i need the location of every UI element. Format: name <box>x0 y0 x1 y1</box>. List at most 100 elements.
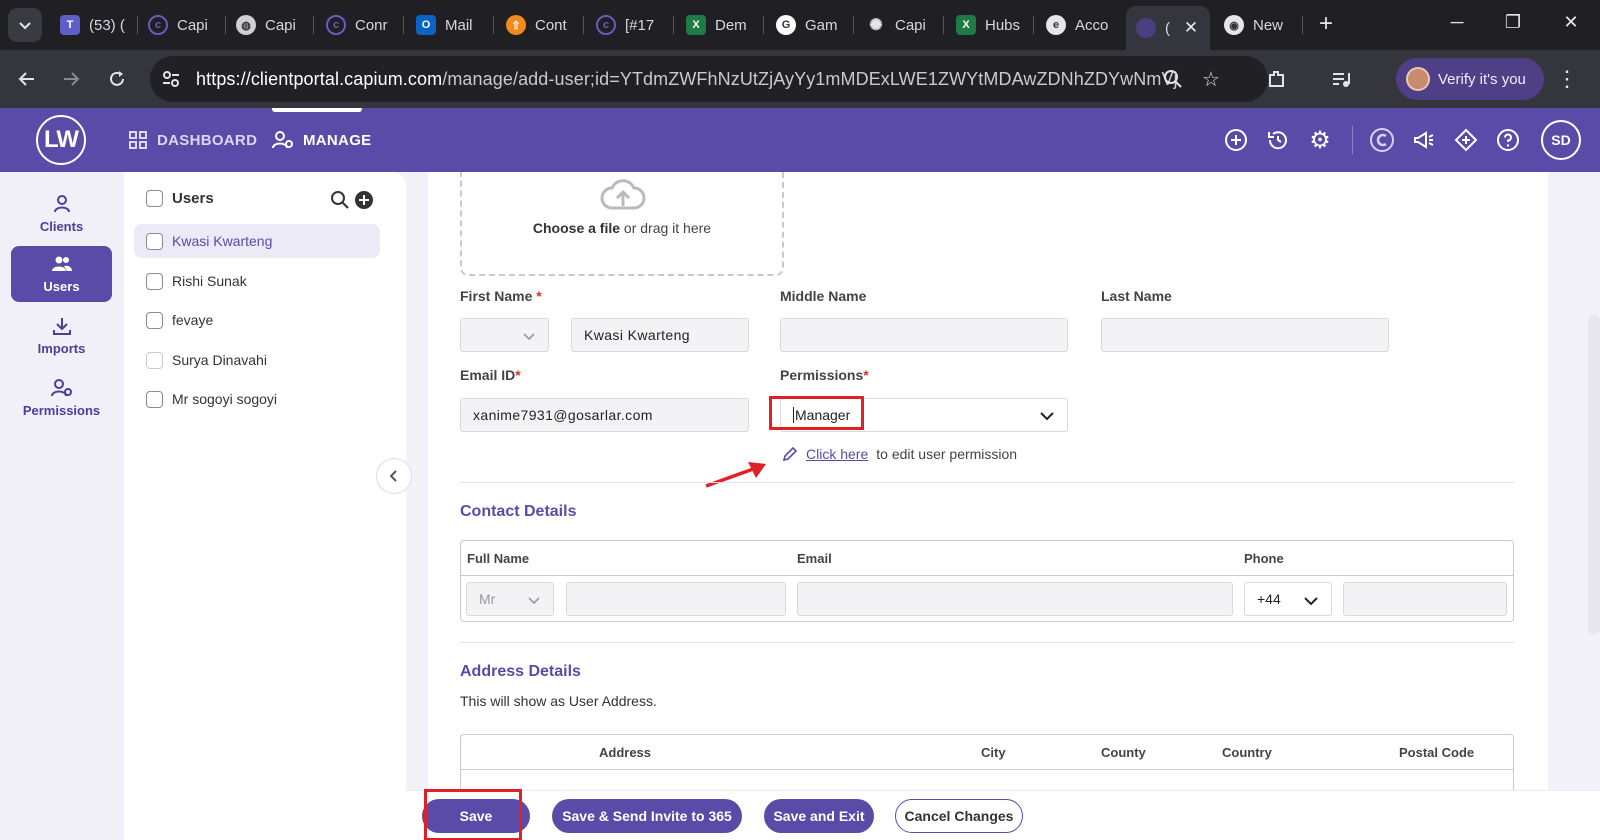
reload-icon[interactable] <box>102 64 132 94</box>
rail-item-users[interactable]: Users <box>11 246 112 302</box>
file-dropzone[interactable]: Choose a file or drag it here <box>460 172 784 276</box>
edit-permission-text: to edit user permission <box>876 446 1018 462</box>
close-tab-icon[interactable]: ✕ <box>1180 18 1202 38</box>
settings-gear-icon[interactable]: ⚙ <box>1306 126 1334 154</box>
chevron-left-icon <box>389 470 397 482</box>
url-text: https://clientportal.capium.com/manage/a… <box>196 69 1178 90</box>
bookmark-star-icon[interactable]: ☆ <box>1202 67 1220 92</box>
contact-title-select[interactable]: Mr <box>466 582 554 616</box>
search-icon[interactable] <box>330 190 350 210</box>
email-field[interactable]: xanime7931@gosarlar.com <box>460 398 749 432</box>
browser-tab-5[interactable]: O Mail <box>406 8 492 42</box>
col-city: City <box>981 745 1006 760</box>
address-subtitle: This will show as User Address. <box>460 693 657 709</box>
rail-item-imports[interactable]: Imports <box>11 308 112 364</box>
excel-icon: X <box>686 15 706 35</box>
row-checkbox[interactable] <box>146 311 163 329</box>
row-checkbox[interactable] <box>146 232 163 250</box>
save-send-invite-button[interactable]: Save & Send Invite to 365 <box>552 799 742 833</box>
url-path: /manage/add-user;id=YTdmZWFhNzUtZjAyYy1m… <box>442 69 1178 89</box>
cancel-changes-button[interactable]: Cancel Changes <box>895 799 1023 833</box>
permissions-label: Permissions* <box>780 367 869 383</box>
contact-email-field[interactable] <box>797 582 1233 616</box>
tab-search-button[interactable] <box>8 8 42 42</box>
rail-item-clients[interactable]: Clients <box>11 186 112 242</box>
profile-verify-button[interactable]: Verify it's you <box>1396 58 1544 100</box>
rail-label: Clients <box>39 219 84 234</box>
phone-code-select[interactable]: +44 <box>1244 582 1332 616</box>
browser-tab-4[interactable]: c Conr <box>316 8 402 42</box>
last-name-field[interactable] <box>1101 318 1389 352</box>
required-marker: * <box>515 367 521 383</box>
chatgpt-icon: ✺ <box>869 17 883 34</box>
first-name-label: First Name * <box>460 288 542 304</box>
close-window-icon[interactable]: ✕ <box>1556 12 1586 33</box>
add-user-icon[interactable] <box>354 190 374 210</box>
browser-tab-14[interactable]: ◉ New <box>1214 8 1300 42</box>
browser-tab-7[interactable]: c [#17 <box>586 8 672 42</box>
forward-icon[interactable] <box>56 64 86 94</box>
nav-manage[interactable]: MANAGE <box>272 130 371 150</box>
list-item[interactable]: Kwasi Kwarteng <box>134 224 380 258</box>
list-item-label: fevaye <box>172 312 214 328</box>
capium-apps-icon[interactable] <box>1368 126 1396 154</box>
rail-item-permissions[interactable]: Permissions <box>11 370 112 426</box>
browser-tab-12[interactable]: e Acco <box>1036 8 1122 42</box>
tab-divider <box>403 16 404 34</box>
contact-full-name-field[interactable] <box>566 582 786 616</box>
browser-tab-active[interactable]: ( ✕ <box>1126 6 1210 50</box>
browser-tab-1[interactable]: T (53) ( <box>50 8 136 42</box>
zoom-icon[interactable] <box>1162 68 1184 90</box>
nav-dashboard[interactable]: DASHBOARD <box>128 130 257 150</box>
select-all-checkbox[interactable] <box>146 190 163 207</box>
browser-tab-10[interactable]: ✺ Capi <box>856 8 942 42</box>
extensions-icon[interactable] <box>1262 64 1292 94</box>
integrations-diamond-icon[interactable] <box>1452 126 1480 154</box>
chevron-down-icon <box>528 597 540 605</box>
choose-file-link[interactable]: Choose a file <box>533 220 620 236</box>
help-icon[interactable] <box>1494 126 1522 154</box>
save-and-exit-button[interactable]: Save and Exit <box>764 799 874 833</box>
title-select[interactable] <box>460 318 549 352</box>
row-checkbox[interactable] <box>146 272 163 290</box>
browser-tab-6[interactable]: ⇧ Cont <box>496 8 582 42</box>
collapse-panel-button[interactable] <box>376 458 412 494</box>
add-circle-icon[interactable] <box>1222 126 1250 154</box>
browser-tab-8[interactable]: X Dem <box>676 8 762 42</box>
users-icon <box>51 256 72 271</box>
tab-label: Cont <box>535 16 567 34</box>
list-item[interactable]: Mr sogoyi sogoyi <box>134 382 380 416</box>
media-control-icon[interactable] <box>1326 64 1356 94</box>
browser-tab-11[interactable]: X Hubs <box>946 8 1032 42</box>
list-item[interactable]: Rishi Sunak <box>134 264 380 298</box>
tab-label: Acco <box>1075 16 1109 34</box>
tab-label: [#17 <box>625 16 655 34</box>
list-item[interactable]: fevaye <box>134 303 380 337</box>
contact-title-value: Mr <box>479 591 496 607</box>
browser-tab-9[interactable]: G Gam <box>766 8 852 42</box>
site-settings-icon[interactable] <box>160 68 186 90</box>
tab-divider <box>943 16 944 34</box>
row-checkbox[interactable] <box>146 351 163 369</box>
browser-menu-icon[interactable]: ⋮ <box>1552 64 1582 94</box>
middle-name-field[interactable] <box>780 318 1068 352</box>
tab-label: New <box>1253 16 1284 34</box>
list-item[interactable]: Surya Dinavahi <box>134 343 380 377</box>
new-tab-plus-icon[interactable]: + <box>1311 10 1341 38</box>
first-name-field[interactable]: Kwasi Kwarteng <box>571 318 749 352</box>
url-bar[interactable]: https://clientportal.capium.com/manage/a… <box>150 56 1268 102</box>
announcement-megaphone-icon[interactable] <box>1410 126 1438 154</box>
browser-tab-3[interactable]: ◍ Capi <box>226 8 312 42</box>
contact-phone-field[interactable] <box>1343 582 1507 616</box>
capium-icon: c <box>148 15 168 35</box>
browser-tab-2[interactable]: c Capi <box>138 8 224 42</box>
user-avatar[interactable]: SD <box>1541 120 1581 160</box>
back-icon[interactable] <box>12 64 42 94</box>
company-logo[interactable]: LW <box>36 115 86 165</box>
restore-icon[interactable]: ❐ <box>1498 12 1528 33</box>
history-icon[interactable] <box>1264 126 1292 154</box>
minimize-icon[interactable]: ─ <box>1442 12 1472 33</box>
edit-permission-link[interactable]: Click here <box>806 446 868 462</box>
page-scrollbar[interactable] <box>1588 315 1600 635</box>
row-checkbox[interactable] <box>146 390 163 408</box>
